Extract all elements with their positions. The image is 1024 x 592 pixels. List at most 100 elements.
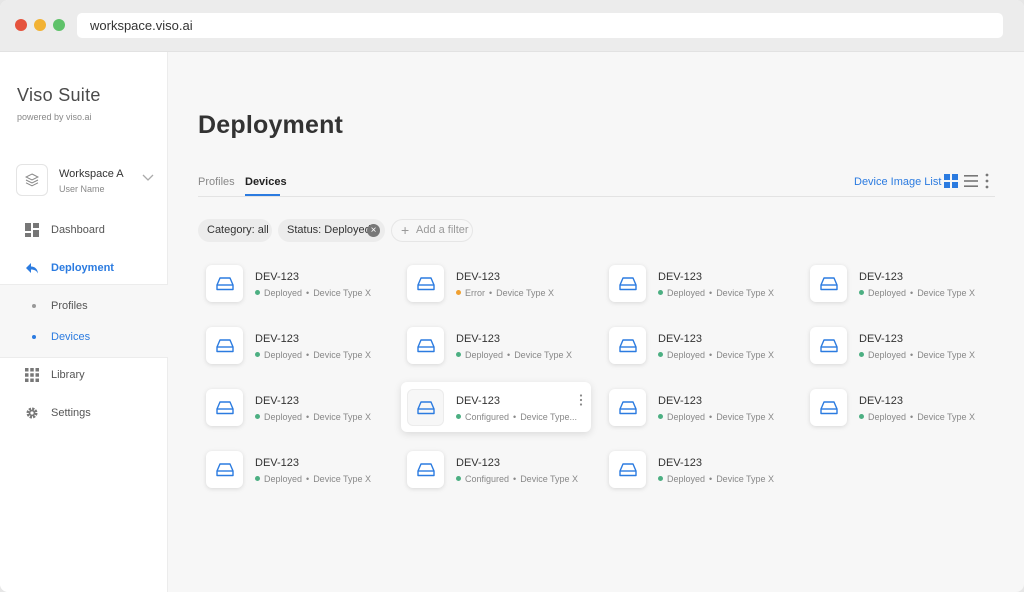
- device-type: Device Type X: [917, 350, 976, 360]
- list-view-icon[interactable]: [964, 174, 978, 188]
- device-drive-icon: [407, 265, 444, 302]
- sidebar-subitem-devices[interactable]: Devices: [0, 324, 168, 350]
- brand-title: Viso Suite: [17, 85, 101, 105]
- status-dot-icon: [456, 290, 461, 295]
- device-card[interactable]: DEV-123 Configured • Device Type X: [401, 444, 591, 494]
- sidebar-subitem-profiles[interactable]: Profiles: [0, 293, 168, 319]
- separator-dot: •: [709, 350, 713, 360]
- device-status: Deployed: [667, 474, 706, 484]
- remove-filter-icon[interactable]: ×: [367, 224, 380, 237]
- separator-dot: •: [489, 288, 493, 298]
- device-card[interactable]: DEV-123 Deployed • Device Type X: [603, 382, 793, 432]
- more-options-icon[interactable]: [984, 173, 990, 189]
- device-status: Deployed: [667, 288, 706, 298]
- device-card[interactable]: DEV-123 Error • Device Type X: [401, 258, 591, 308]
- address-bar[interactable]: workspace.viso.ai: [77, 13, 1003, 38]
- device-status: Deployed: [264, 474, 303, 484]
- device-meta: Deployed • Device Type X: [255, 288, 371, 298]
- sidebar-subitem-label: Devices: [51, 331, 91, 343]
- device-meta: Deployed • Device Type X: [255, 474, 371, 484]
- card-more-icon[interactable]: [579, 394, 583, 406]
- device-type: Device Type X: [496, 288, 555, 298]
- filter-chip-status[interactable]: Status: Deployed ×: [278, 219, 385, 242]
- device-type: Device Type...: [520, 412, 578, 422]
- device-card[interactable]: DEV-123 Deployed • Device Type X: [200, 258, 390, 308]
- device-card[interactable]: DEV-123 Deployed • Device Type X: [200, 444, 390, 494]
- device-drive-icon: [407, 451, 444, 488]
- grid-view-icon[interactable]: [944, 174, 958, 188]
- filter-chip-category[interactable]: Category: all: [198, 219, 272, 242]
- device-status: Deployed: [667, 350, 706, 360]
- device-drive-icon: [810, 327, 847, 364]
- device-status: Deployed: [868, 350, 907, 360]
- device-drive-icon: [407, 327, 444, 364]
- device-card[interactable]: DEV-123 Deployed • Device Type X: [200, 382, 390, 432]
- sidebar-item-label: Dashboard: [51, 224, 105, 236]
- device-status: Deployed: [264, 412, 303, 422]
- status-dot-icon: [658, 414, 663, 419]
- device-drive-icon: [810, 265, 847, 302]
- device-meta: Configured • Device Type...: [456, 412, 577, 422]
- device-type: Device Type X: [716, 474, 775, 484]
- tab-devices[interactable]: Devices: [245, 176, 287, 188]
- device-drive-icon: [206, 327, 243, 364]
- device-card[interactable]: DEV-123 Deployed • Device Type X: [603, 320, 793, 370]
- device-status: Deployed: [868, 288, 907, 298]
- sidebar-item-dashboard[interactable]: Dashboard: [0, 215, 168, 245]
- device-image-list-link[interactable]: Device Image List: [854, 176, 941, 188]
- bullet-icon: [32, 304, 36, 308]
- device-name: DEV-123: [456, 395, 501, 407]
- status-dot-icon: [658, 476, 663, 481]
- device-drive-icon: [206, 265, 243, 302]
- deployment-icon: [26, 263, 38, 274]
- add-filter-button[interactable]: + Add a filter: [391, 219, 473, 242]
- minimize-window-button[interactable]: [34, 19, 46, 31]
- separator-dot: •: [709, 412, 713, 422]
- device-card[interactable]: DEV-123 Deployed • Device Type X: [200, 320, 390, 370]
- device-card[interactable]: DEV-123 Deployed • Device Type X: [804, 320, 994, 370]
- tabs-divider: [198, 196, 995, 197]
- status-dot-icon: [658, 290, 663, 295]
- sidebar-item-label: Deployment: [51, 262, 114, 274]
- device-meta: Deployed • Device Type X: [859, 350, 975, 360]
- device-drive-icon: [609, 265, 646, 302]
- device-status: Error: [465, 288, 485, 298]
- separator-dot: •: [910, 350, 914, 360]
- device-meta: Deployed • Device Type X: [658, 350, 774, 360]
- device-card[interactable]: DEV-123 Deployed • Device Type X: [603, 444, 793, 494]
- device-name: DEV-123: [658, 457, 703, 469]
- status-dot-icon: [255, 476, 260, 481]
- separator-dot: •: [513, 412, 517, 422]
- device-card[interactable]: DEV-123 Deployed • Device Type X: [804, 382, 994, 432]
- device-drive-icon: [810, 389, 847, 426]
- sidebar-item-library[interactable]: Library: [0, 360, 168, 390]
- workspace-name[interactable]: Workspace A: [59, 168, 124, 180]
- chevron-down-icon[interactable]: [142, 174, 154, 182]
- device-drive-icon: [609, 389, 646, 426]
- device-name: DEV-123: [456, 333, 501, 345]
- device-name: DEV-123: [658, 333, 703, 345]
- status-dot-icon: [255, 414, 260, 419]
- sidebar-item-deployment[interactable]: Deployment: [0, 253, 168, 283]
- device-card[interactable]: DEV-123 Deployed • Device Type X: [401, 320, 591, 370]
- maximize-window-button[interactable]: [53, 19, 65, 31]
- device-status: Deployed: [465, 350, 504, 360]
- device-card[interactable]: DEV-123 Deployed • Device Type X: [603, 258, 793, 308]
- device-card[interactable]: DEV-123 Deployed • Device Type X: [804, 258, 994, 308]
- sidebar: Viso Suite powered by viso.ai Workspace …: [0, 52, 168, 592]
- device-meta: Deployed • Device Type X: [658, 288, 774, 298]
- app-window: workspace.viso.ai Viso Suite powered by …: [0, 0, 1024, 592]
- bullet-icon: [32, 335, 36, 339]
- plus-icon: +: [401, 222, 410, 238]
- tab-profiles[interactable]: Profiles: [198, 176, 235, 188]
- device-name: DEV-123: [658, 271, 703, 283]
- sidebar-item-settings[interactable]: Settings: [0, 398, 168, 428]
- close-window-button[interactable]: [15, 19, 27, 31]
- status-dot-icon: [255, 352, 260, 357]
- device-type: Device Type X: [917, 288, 976, 298]
- device-meta: Deployed • Device Type X: [658, 412, 774, 422]
- workspace-layers-icon[interactable]: [16, 164, 48, 196]
- device-card[interactable]: DEV-123 Configured • Device Type...: [401, 382, 591, 432]
- status-dot-icon: [859, 290, 864, 295]
- device-type: Device Type X: [313, 412, 372, 422]
